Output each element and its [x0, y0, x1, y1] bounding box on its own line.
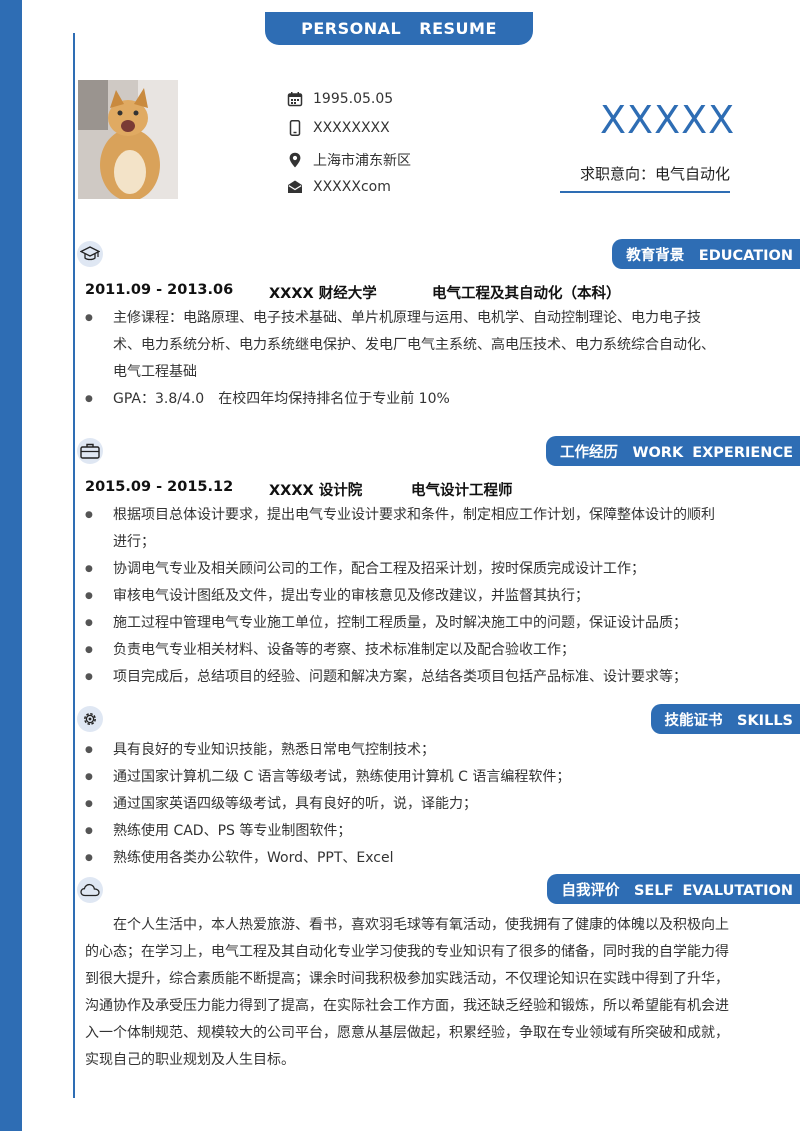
phone-number: XXXXXXXX — [313, 120, 390, 136]
education-school: XXXX 财经大学 — [269, 286, 377, 302]
left-accent-bar — [0, 0, 22, 1131]
work-company: XXXX 设计院 — [269, 483, 363, 499]
self-evaluation-text: 在个人生活中，本人热爱旅游、看书，喜欢羽毛球等有氧活动，使我拥有了健康的体魄以及… — [85, 917, 729, 1068]
phone-icon — [287, 120, 303, 136]
section-header-self-evaluation: 自我评价 SELF EVALUTATION — [547, 874, 800, 904]
list-item: 负责电气专业相关材料、设备等的考察、技术标准制定以及配合验收工作； — [85, 637, 715, 664]
birth-date: 1995.05.05 — [313, 91, 394, 107]
email-text: XXXXXcom — [313, 179, 391, 195]
work-list: 根据项目总体设计要求，提出电气专业设计要求和条件，制定相应工作计划，保障整体设计… — [85, 502, 715, 691]
calendar-icon — [287, 91, 303, 107]
job-intent: 求职意向：电气自动化 — [579, 165, 730, 183]
work-position: 电气设计工程师 — [411, 483, 513, 499]
work-date: 2015.09 - 2015.12 — [85, 479, 234, 495]
list-item: 熟练使用各类办公软件，Word、PPT、Excel — [85, 845, 715, 872]
list-item: 熟练使用 CAD、PS 等专业制图软件； — [85, 818, 715, 845]
gear-icon — [77, 706, 103, 732]
job-intent-underline — [560, 191, 730, 193]
envelope-icon — [287, 179, 303, 195]
section-header-skills: 技能证书 SKILLS — [650, 704, 800, 734]
graduation-cap-icon — [77, 241, 103, 267]
education-date: 2011.09 - 2013.06 — [85, 282, 234, 298]
section-header-education: 教育背景 EDUCATION — [612, 239, 800, 269]
section-header-work: 工作经历 WORK EXPERIENCE — [545, 436, 800, 466]
contact-birth: 1995.05.05 — [287, 91, 393, 107]
skills-list: 具有良好的专业知识技能，熟悉日常电气控制技术； 通过国家计算机二级 C 语言等级… — [85, 737, 715, 872]
candidate-name: XXXXX — [600, 98, 736, 142]
list-item: 具有良好的专业知识技能，熟悉日常电气控制技术； — [85, 737, 715, 764]
list-item: 施工过程中管理电气专业施工单位，控制工程质量，及时解决施工中的问题，保证设计品质… — [85, 610, 715, 637]
left-divider-line — [73, 33, 75, 1098]
cloud-icon — [77, 877, 103, 903]
education-major: 电气工程及其自动化（本科） — [432, 286, 621, 302]
contact-location: 上海市浦东新区 — [287, 150, 411, 170]
list-item: 通过国家英语四级等级考试，具有良好的听，说，译能力； — [85, 791, 715, 818]
list-item: 审核电气设计图纸及文件，提出专业的审核意见及修改建议，并监督其执行； — [85, 583, 715, 610]
briefcase-icon — [77, 438, 103, 464]
list-item: 项目完成后，总结项目的经验、问题和解决方案，总结各类项目包括产品标准、设计要求等… — [85, 664, 715, 691]
contact-phone: XXXXXXXX — [287, 120, 390, 136]
list-item: 通过国家计算机二级 C 语言等级考试，熟练使用计算机 C 语言编程软件； — [85, 764, 715, 791]
contact-email: XXXXXcom — [287, 179, 391, 195]
profile-photo — [78, 80, 178, 199]
list-item: 主修课程：电路原理、电子技术基础、单片机原理与运用、电机学、自动控制理论、电力电… — [85, 305, 715, 386]
resume-header-tab: PERSONAL RESUME — [265, 12, 533, 45]
education-list: 主修课程：电路原理、电子技术基础、单片机原理与运用、电机学、自动控制理论、电力电… — [85, 305, 715, 413]
list-item: GPA：3.8/4.0 在校四年均保持排名位于专业前 10% — [85, 386, 715, 413]
location-pin-icon — [287, 152, 303, 168]
location-text: 上海市浦东新区 — [313, 153, 411, 169]
list-item: 根据项目总体设计要求，提出电气专业设计要求和条件，制定相应工作计划，保障整体设计… — [85, 502, 715, 556]
list-item: 协调电气专业及相关顾问公司的工作，配合工程及招采计划，按时保质完成设计工作； — [85, 556, 715, 583]
